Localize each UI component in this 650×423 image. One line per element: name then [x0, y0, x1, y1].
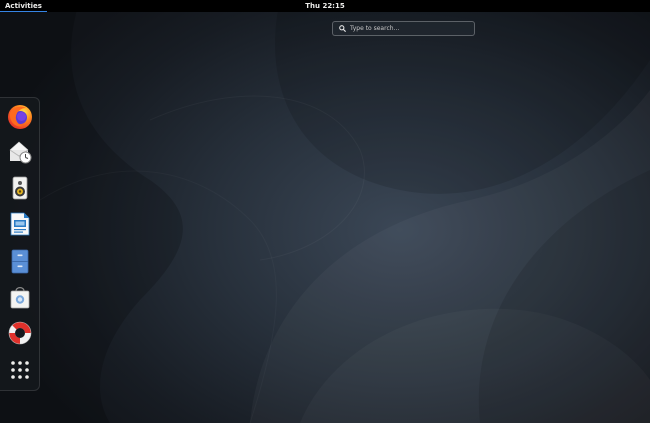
dash-item-files[interactable]	[4, 245, 36, 277]
search-box[interactable]	[332, 21, 475, 36]
dash-item-libreoffice-writer[interactable]	[4, 208, 36, 240]
desktop: Activities Thu 22:15	[0, 0, 650, 423]
libreoffice-writer-icon	[10, 212, 30, 236]
evolution-mail-icon	[9, 141, 32, 164]
files-cabinet-icon	[11, 249, 29, 274]
software-bag-icon	[10, 287, 30, 309]
wallpaper	[0, 0, 650, 423]
dash-item-rhythmbox[interactable]	[4, 172, 36, 204]
firefox-icon	[8, 105, 32, 129]
dash	[0, 97, 40, 391]
activities-button[interactable]: Activities	[0, 0, 47, 12]
app-grid-icon	[11, 361, 29, 379]
help-lifebuoy-icon	[8, 321, 32, 345]
dash-item-help[interactable]	[4, 317, 36, 349]
show-applications-button[interactable]	[4, 354, 36, 386]
dash-item-evolution[interactable]	[4, 136, 36, 168]
dash-item-firefox[interactable]	[4, 101, 36, 133]
dash-item-software[interactable]	[4, 281, 36, 313]
rhythmbox-speaker-icon	[12, 176, 28, 200]
clock-button[interactable]: Thu 22:15	[305, 2, 344, 10]
top-bar: Activities Thu 22:15	[0, 0, 650, 12]
search-icon	[338, 25, 346, 33]
search-input[interactable]	[346, 22, 470, 35]
clock-container: Thu 22:15	[0, 0, 650, 12]
